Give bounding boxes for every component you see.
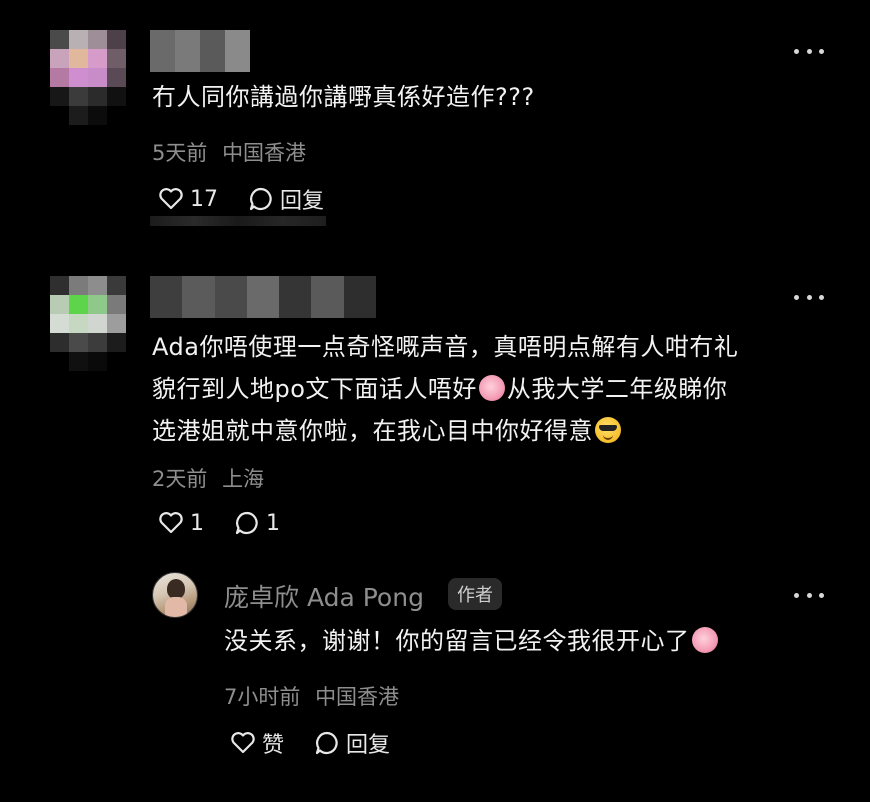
reply-label: 回复	[346, 733, 391, 758]
like-button[interactable]: 1	[158, 511, 204, 536]
heart-icon	[231, 732, 255, 754]
username-blurred[interactable]	[150, 276, 376, 318]
username-blurred[interactable]	[150, 30, 250, 72]
more-icon[interactable]	[794, 44, 824, 58]
reply-text: 没关系，谢谢！你的留言已经令我很开心了	[224, 620, 720, 662]
reply-count: 1	[266, 510, 280, 536]
like-count: 1	[190, 510, 204, 536]
comment-actions: 17 回复	[158, 183, 354, 215]
reply-meta: 7小时前 中国香港	[224, 681, 399, 711]
more-icon[interactable]	[794, 290, 824, 304]
comment-location: 中国香港	[222, 141, 307, 165]
pink-emoji-icon	[691, 627, 718, 653]
comment-location: 上海	[222, 467, 265, 491]
author-avatar[interactable]	[152, 572, 198, 618]
comment-bubble-icon	[249, 187, 272, 211]
sunglasses-emoji-icon	[595, 417, 621, 443]
reply-label: 回复	[280, 189, 325, 214]
comment-bubble-icon	[235, 511, 258, 535]
pink-emoji-icon	[478, 375, 505, 401]
author-name[interactable]: 庞卓欣 Ada Pong	[224, 578, 424, 614]
heart-icon	[159, 512, 183, 534]
comment-text: Ada你唔使理一点奇怪嘅声音，真唔明点解有人咁冇礼 貌行到人地po文下面话人唔好…	[152, 326, 842, 452]
comment-bubble-icon	[315, 731, 338, 755]
avatar[interactable]	[50, 276, 126, 371]
heart-icon	[159, 188, 183, 210]
comment-time: 2天前	[152, 467, 208, 491]
reply-button[interactable]: 1	[234, 510, 280, 536]
reply-button[interactable]: 回复	[248, 183, 324, 215]
reply-actions: 赞 回复	[230, 727, 420, 759]
comment-text: 冇人同你講過你講嘢真係好造作???	[152, 83, 535, 111]
obscured-strip	[150, 216, 326, 226]
like-button[interactable]: 赞	[230, 727, 284, 759]
like-button[interactable]: 17	[158, 187, 218, 212]
comment-meta: 5天前 中国香港	[152, 137, 306, 167]
comment-time: 5天前	[152, 141, 208, 165]
like-count: 17	[190, 186, 218, 212]
reply-time: 7小时前	[224, 685, 301, 709]
comment-text-line: 貌行到人地po文下面话人唔好 从我大学二年级睇你	[152, 375, 728, 403]
author-badge: 作者	[448, 578, 502, 610]
comment-text-line: Ada你唔使理一点奇怪嘅声音，真唔明点解有人咁冇礼	[152, 333, 739, 361]
comment-actions: 1 1	[158, 510, 310, 536]
comment-meta: 2天前 上海	[152, 463, 264, 493]
avatar[interactable]	[50, 30, 126, 125]
reply-button[interactable]: 回复	[314, 727, 390, 759]
comment-text-line: 选港姐就中意你啦，在我心目中你好得意	[152, 410, 842, 452]
like-label: 赞	[262, 733, 285, 758]
more-icon[interactable]	[794, 588, 824, 602]
reply-location: 中国香港	[315, 685, 400, 709]
